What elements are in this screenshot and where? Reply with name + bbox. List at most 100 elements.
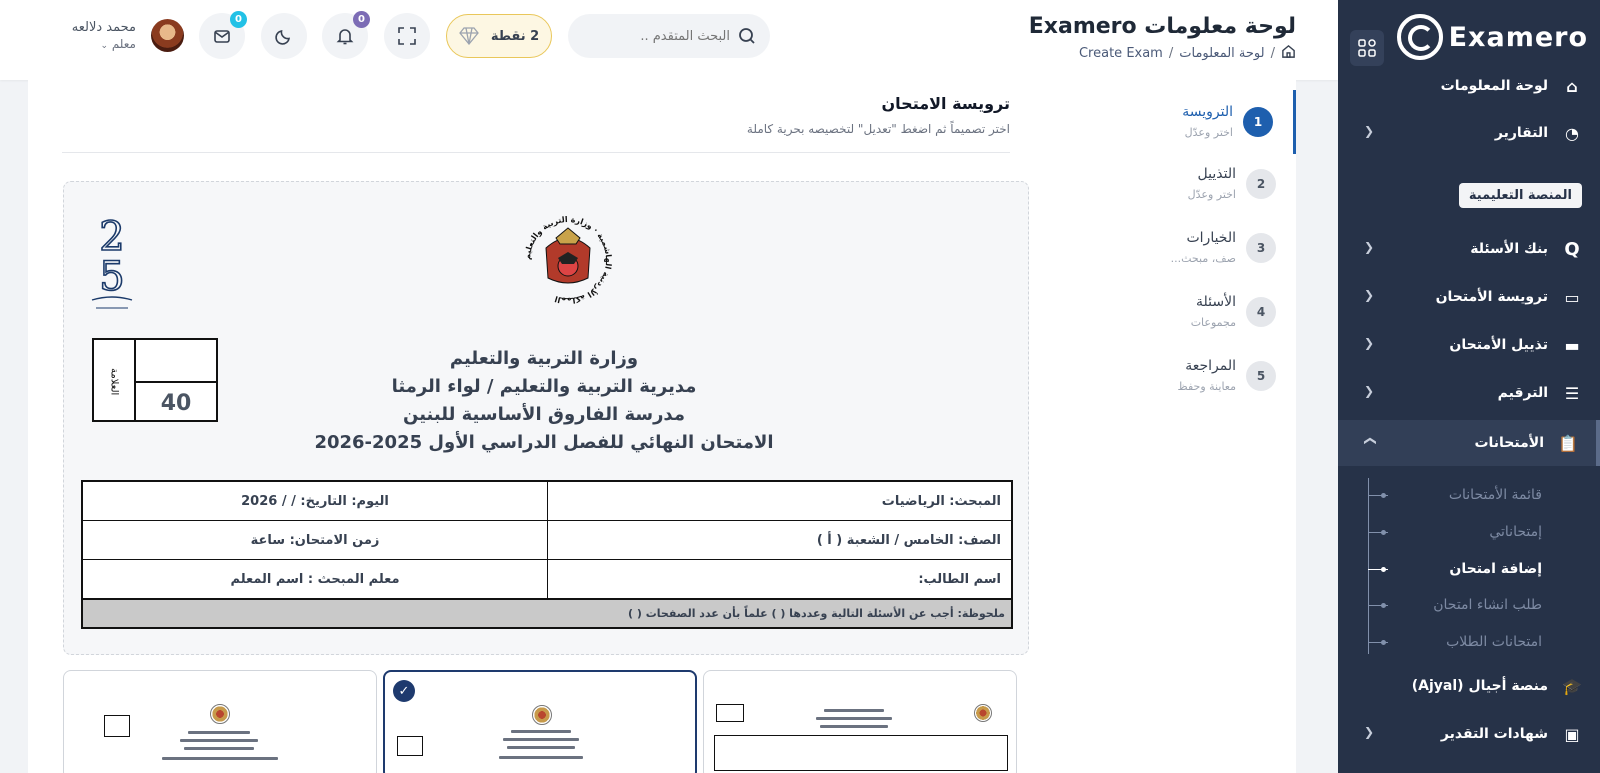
q-icon: Q bbox=[1564, 238, 1580, 260]
step-review[interactable]: 5 المراجعة معاينة وحفظ bbox=[1064, 344, 1296, 408]
points-label: 2 نقطة bbox=[490, 28, 540, 44]
messages-count: 0 bbox=[230, 11, 247, 28]
footer-icon: ▬ bbox=[1564, 335, 1580, 355]
step-subtitle: صف، مبحث... bbox=[1170, 252, 1236, 265]
step-number: 2 bbox=[1246, 169, 1276, 199]
theme-toggle-button[interactable] bbox=[261, 13, 307, 59]
header-preview: المملكة الأردنية الهاشمية · وزارة التربي… bbox=[63, 181, 1029, 655]
step-subtitle: معاينة وحفظ bbox=[1177, 380, 1236, 393]
text-line-thumbnail bbox=[162, 757, 278, 760]
text-line-thumbnail bbox=[820, 725, 888, 728]
sidebar-item-exam-header[interactable]: ▭ ترويسة الأمتحان ❮ bbox=[1338, 274, 1600, 320]
app-name: Examero bbox=[1448, 21, 1588, 53]
submenu-my-exams[interactable]: إمتحاناتي bbox=[1489, 517, 1542, 547]
text-line-thumbnail bbox=[816, 717, 892, 720]
submenu-rail bbox=[1368, 478, 1369, 654]
sidebar-item-exams[interactable]: 📋 الأمتحانات ❮ bbox=[1338, 420, 1600, 466]
svg-text:5: 5 bbox=[99, 254, 124, 300]
mail-icon bbox=[214, 30, 230, 43]
sidebar-item-dashboard[interactable]: ⌂ لوحة المعلومات bbox=[1338, 63, 1600, 109]
sidebar-item-label: لوحة المعلومات bbox=[1440, 78, 1548, 94]
sidebar-item-question-bank[interactable]: Q بنك الأسئلة ❮ bbox=[1338, 226, 1600, 272]
chevron-left-icon: ❮ bbox=[1364, 725, 1375, 739]
sidebar-item-exam-footer[interactable]: ▬ تذييل الأمتحان ❮ bbox=[1338, 322, 1600, 368]
user-menu[interactable]: محمد دلالعه معلم ⌄ bbox=[64, 20, 136, 51]
text-line-thumbnail bbox=[180, 739, 258, 742]
chevron-down-icon: ⌄ bbox=[100, 41, 108, 51]
step-options[interactable]: 3 الخيارات صف، مبحث... bbox=[1064, 216, 1296, 280]
avatar[interactable] bbox=[151, 19, 184, 52]
sidebar-section-label: المنصة التعليمية bbox=[1458, 183, 1582, 208]
submenu-bullet bbox=[1381, 493, 1386, 498]
user-name: محمد دلالعه bbox=[71, 20, 136, 35]
submenu-student-exams[interactable]: امتحانات الطلاب bbox=[1446, 627, 1542, 657]
graduation-cap-icon: 🎓 bbox=[1562, 676, 1582, 696]
submenu-bullet bbox=[1381, 603, 1386, 608]
exam-info-table: المبحث: الرياضيات اليوم: التاريخ: / / 20… bbox=[81, 480, 1013, 629]
bell-icon bbox=[336, 29, 354, 45]
list-icon: ☰ bbox=[1564, 383, 1580, 403]
grade-box: العلامة 40 bbox=[92, 338, 218, 422]
sidebar-item-certificates[interactable]: ▣ شهادات التقدير ❮ bbox=[1338, 711, 1600, 757]
teacher-cell: معلم المبحث : اسم المعلم bbox=[230, 571, 400, 587]
submenu-add-exam[interactable]: إضافة امتحان bbox=[1449, 554, 1542, 584]
clipboard-icon: 📋 bbox=[1558, 433, 1578, 453]
submenu-bullet bbox=[1381, 640, 1386, 645]
step-subtitle: اختر وعدّل bbox=[1187, 188, 1236, 201]
grade-box-thumbnail bbox=[397, 736, 423, 756]
notifications-button[interactable]: 0 bbox=[322, 11, 370, 59]
dashboard-icon: ⌂ bbox=[1566, 76, 1578, 96]
submenu-request-exam[interactable]: طلب انشاء امتحان bbox=[1433, 590, 1542, 620]
diamond-icon bbox=[458, 27, 479, 45]
step-title: التذييل bbox=[1197, 166, 1236, 182]
table-thumbnail bbox=[714, 735, 1008, 771]
divider bbox=[62, 152, 1010, 153]
sidebar-item-label: بنك الأسئلة bbox=[1470, 241, 1548, 257]
search-box[interactable] bbox=[568, 14, 770, 58]
breadcrumb: / لوحة المعلومات / Create Exam bbox=[1079, 44, 1296, 63]
subject-cell: المبحث: الرياضيات bbox=[547, 482, 1011, 520]
fullscreen-button[interactable] bbox=[384, 13, 430, 59]
search-input[interactable] bbox=[590, 28, 730, 44]
step-subtitle: مجموعات bbox=[1190, 316, 1236, 329]
section-subtitle: اختر تصميماً ثم اضغط "تعديل" لتخصيصه بحر… bbox=[746, 122, 1010, 136]
chevron-left-icon: ❮ bbox=[1364, 124, 1375, 138]
breadcrumb-dashboard[interactable]: لوحة المعلومات bbox=[1179, 46, 1264, 61]
breadcrumb-separator: / bbox=[1270, 46, 1275, 61]
step-footer[interactable]: 2 التذييل اختر وعدّل bbox=[1064, 152, 1296, 216]
submenu-exams-list[interactable]: قائمة الأمتحانات bbox=[1449, 480, 1542, 510]
grade-box-thumbnail bbox=[104, 715, 130, 737]
app-logo[interactable]: Examero bbox=[1396, 14, 1588, 60]
sidebar-item-ajyal[interactable]: 🎓 منصة أجيال (Ajyal) bbox=[1338, 663, 1600, 709]
student-name-cell: اسم الطالب: bbox=[547, 560, 1011, 598]
notifications-count: 0 bbox=[353, 11, 370, 28]
grade-box-thumbnail bbox=[716, 704, 744, 722]
chevron-left-icon: ❮ bbox=[1364, 384, 1375, 398]
apps-grid-button[interactable] bbox=[1350, 30, 1384, 66]
chevron-left-icon: ❮ bbox=[1364, 240, 1375, 254]
sidebar-item-numbering[interactable]: ☰ الترقيم ❮ bbox=[1338, 370, 1600, 416]
sidebar-item-reports[interactable]: ◔ التقارير ❮ bbox=[1338, 110, 1600, 156]
step-number: 3 bbox=[1246, 233, 1276, 263]
text-line-thumbnail bbox=[824, 709, 884, 712]
step-number: 4 bbox=[1246, 297, 1276, 327]
certificate-icon: ▣ bbox=[1564, 724, 1580, 744]
anniversary-logo-icon: 2 5 bbox=[91, 213, 133, 309]
table-row: الصف: الخامس / الشعبة ( أ ) زمن الامتحان… bbox=[83, 521, 1011, 560]
header-template-option[interactable] bbox=[63, 670, 377, 773]
school-line-directorate: مديرية التربية والتعليم / لواء الرمثا bbox=[391, 376, 697, 397]
step-questions[interactable]: 4 الأسئلة مجموعات bbox=[1064, 280, 1296, 344]
header-template-option-selected[interactable]: ✓ bbox=[383, 670, 697, 773]
sidebar-item-label: شهادات التقدير bbox=[1440, 726, 1548, 742]
messages-button[interactable]: 0 bbox=[199, 11, 247, 59]
class-cell: الصف: الخامس / الشعبة ( أ ) bbox=[547, 521, 1011, 559]
sidebar-item-label: الترقيم bbox=[1497, 385, 1548, 401]
grade-label: العلامة bbox=[108, 368, 120, 396]
step-number: 5 bbox=[1246, 361, 1276, 391]
grade-value: 40 bbox=[160, 390, 192, 416]
step-header[interactable]: 1 الترويسة اختر وعدّل bbox=[1064, 90, 1296, 154]
header-template-option[interactable] bbox=[703, 670, 1017, 773]
points-badge[interactable]: 2 نقطة bbox=[446, 14, 552, 58]
home-icon[interactable] bbox=[1281, 44, 1296, 63]
step-title: الأسئلة bbox=[1196, 294, 1236, 310]
